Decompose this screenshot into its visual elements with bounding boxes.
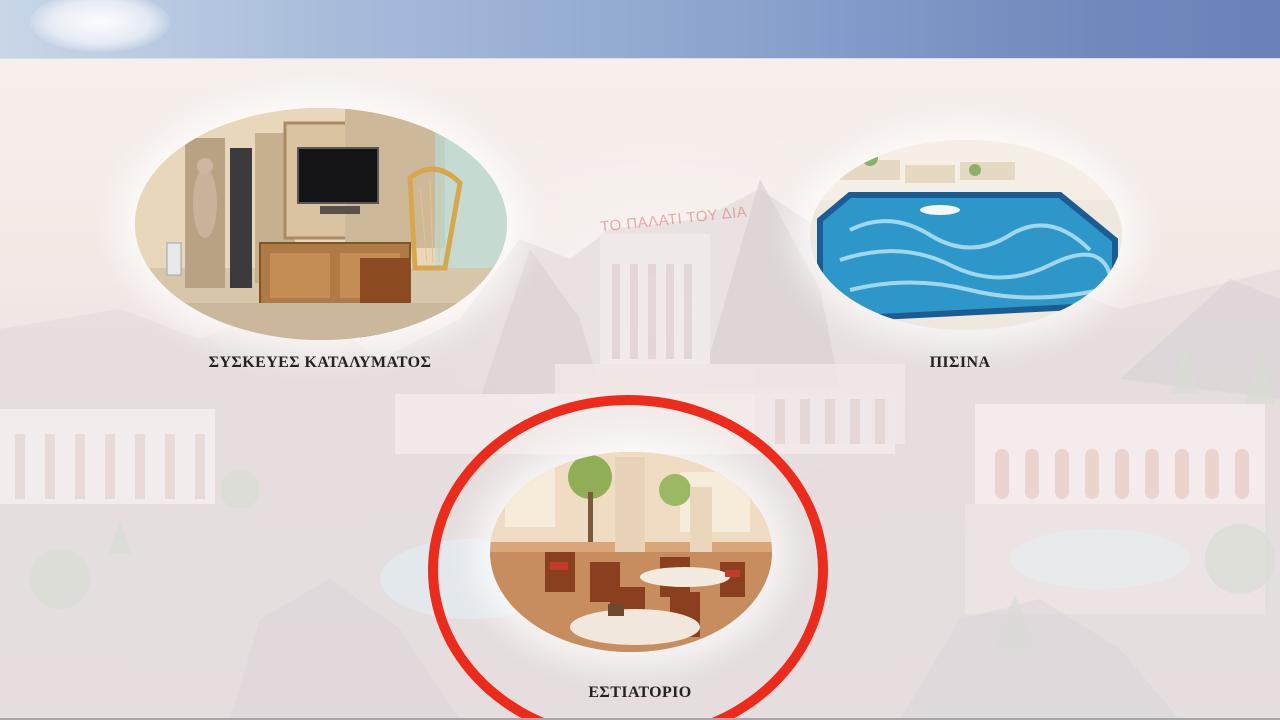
palace-sign-text: ΤΟ ΠΑΛΑΤΙ ΤΟΥ ΔΙΑ bbox=[599, 203, 748, 236]
appliances-caption[interactable]: ΣΥΣΚΕΥΕΣ ΚΑΤΑΛΥΜΑΤΟΣ bbox=[160, 354, 480, 372]
restaurant-image[interactable] bbox=[490, 452, 772, 652]
top-sky-banner bbox=[0, 0, 1280, 59]
pool-image[interactable] bbox=[810, 140, 1122, 330]
cloud-decoration bbox=[30, 0, 170, 52]
restaurant-caption[interactable]: ΕΣΤΙΑΤΟΡΙΟ bbox=[540, 684, 740, 702]
room-appliances-image[interactable] bbox=[135, 108, 507, 340]
page: ΤΟ ΠΑΛΑΤΙ ΤΟΥ ΔΙΑ ΣΥΣΚΕΥΕΣ ΚΑΤΑΛΥΜΑΤΟΣ Π… bbox=[0, 0, 1280, 720]
pool-caption[interactable]: ΠΙΣΙΝΑ bbox=[880, 354, 1040, 372]
